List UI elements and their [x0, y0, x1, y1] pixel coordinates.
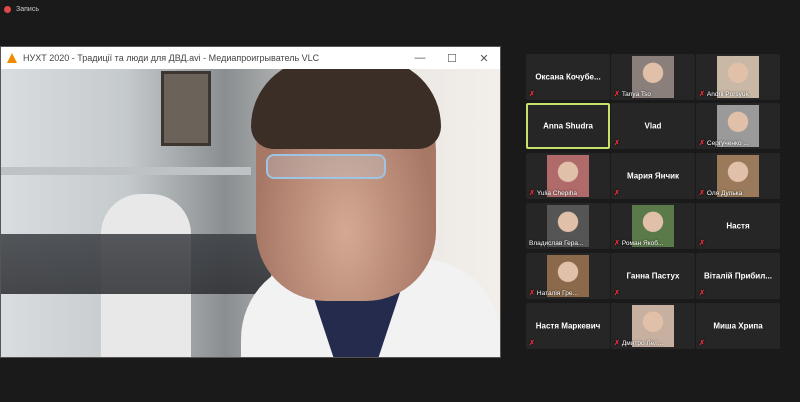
muted-mic-icon: ✗ — [614, 190, 620, 197]
participant-name: Оксана Кочубе... — [535, 72, 601, 82]
participant-name: Оля Дулька — [706, 189, 743, 197]
participant-name: Настя — [726, 221, 750, 231]
participant-name: Мария Янчик — [626, 171, 680, 181]
participant-label: ✗ Yulia Chepiha — [529, 189, 577, 198]
participant-label: ✗ Andrii Porsyuk — [699, 90, 749, 99]
hair — [251, 69, 441, 149]
participant-tile[interactable]: ✗ Дмитро Лел... — [611, 303, 695, 349]
vlc-titlebar[interactable]: НУХТ 2020 - Традиції та люди для ДВД.avi… — [1, 47, 500, 69]
participant-name: Ганна Пастух — [626, 271, 680, 281]
muted-mic-icon: ✗ — [614, 240, 620, 247]
participant-tile[interactable]: Настя Маркевич ✗ — [526, 303, 610, 349]
participant-name: Yulia Chepiha — [536, 189, 577, 197]
participant-name: Сергученко ... — [706, 139, 749, 147]
muted-mic-icon: ✗ — [614, 340, 620, 347]
close-button[interactable]: ✕ — [468, 52, 500, 65]
participant-tile[interactable]: Оксана Кочубе... ✗ — [526, 54, 610, 100]
participant-label: ✗ — [614, 189, 620, 197]
participant-tile[interactable]: ✗ Наталія Гре... — [526, 253, 610, 299]
wall-picture — [161, 71, 211, 146]
participant-label: ✗ — [529, 339, 535, 347]
participant-label: ✗ — [699, 239, 705, 247]
video-frame[interactable] — [1, 69, 500, 357]
safety-goggles — [266, 154, 386, 179]
participant-tile[interactable]: ✗ Сергученко ... — [696, 103, 780, 149]
participant-tile[interactable]: Настя ✗ — [696, 203, 780, 249]
participant-tile[interactable]: Vlad ✗ — [611, 103, 695, 149]
participant-label: ✗ Наталія Гре... — [529, 289, 578, 298]
maximize-button[interactable]: ☐ — [436, 52, 468, 65]
participant-tile[interactable]: Мария Янчик ✗ — [611, 153, 695, 199]
muted-mic-icon: ✗ — [529, 91, 535, 98]
muted-mic-icon: ✗ — [699, 340, 705, 347]
muted-mic-icon: ✗ — [699, 190, 705, 197]
participant-label: ✗ — [614, 289, 620, 297]
participant-tile[interactable]: Миша Хрипа ✗ — [696, 303, 780, 349]
participant-name: Anna Shudra — [543, 121, 593, 131]
participant-name: Миша Хрипа — [713, 321, 763, 331]
participant-label: ✗ — [699, 289, 705, 297]
participant-tile[interactable]: Владислав Гера... — [526, 203, 610, 249]
participant-name: Владислав Гера... — [529, 240, 584, 247]
minimize-button[interactable]: — — [404, 52, 436, 65]
recording-indicator: Запись — [4, 6, 39, 13]
muted-mic-icon: ✗ — [529, 190, 535, 197]
participant-name: Роман Якоб... — [621, 239, 664, 247]
muted-mic-icon: ✗ — [614, 140, 620, 147]
participant-name: Настя Маркевич — [535, 321, 601, 331]
muted-mic-icon: ✗ — [699, 290, 705, 297]
participant-tile[interactable]: Віталій Прибил... ✗ — [696, 253, 780, 299]
participant-tile[interactable]: Ганна Пастух ✗ — [611, 253, 695, 299]
participant-label: ✗ Сергученко ... — [699, 139, 749, 148]
participant-name: Дмитро Лел... — [621, 339, 664, 347]
participant-label: Владислав Гера... — [529, 240, 583, 247]
participant-tile[interactable]: ✗ Tanya Tso — [611, 54, 695, 100]
participant-tile[interactable]: ✗ Роман Якоб... — [611, 203, 695, 249]
participant-label: ✗ — [699, 339, 705, 347]
muted-mic-icon: ✗ — [699, 140, 705, 147]
participant-tile[interactable]: Anna Shudra — [526, 103, 610, 149]
muted-mic-icon: ✗ — [699, 91, 705, 98]
participant-label: ✗ — [529, 90, 535, 98]
participant-name: Tanya Tso — [621, 90, 652, 98]
participant-name: Віталій Прибил... — [704, 271, 772, 281]
participant-name: Наталія Гре... — [536, 289, 578, 297]
muted-mic-icon: ✗ — [529, 290, 535, 297]
muted-mic-icon: ✗ — [529, 340, 535, 347]
participant-tile[interactable]: ✗ Оля Дулька — [696, 153, 780, 199]
lab-pipes — [1, 234, 271, 294]
participant-label: ✗ Tanya Tso — [614, 90, 652, 99]
participant-name: Andrii Porsyuk — [706, 90, 749, 98]
muted-mic-icon: ✗ — [699, 240, 705, 247]
participant-label: ✗ Роман Якоб... — [614, 239, 664, 248]
participant-tile[interactable]: ✗ Yulia Chepiha — [526, 153, 610, 199]
participant-label: ✗ Оля Дулька — [699, 189, 743, 198]
vlc-title: НУХТ 2020 - Традиції та люди для ДВД.avi… — [23, 53, 320, 63]
participant-name: Vlad — [644, 121, 662, 131]
record-icon — [4, 6, 11, 13]
participant-tile[interactable]: ✗ Andrii Porsyuk — [696, 54, 780, 100]
recording-label: Запись — [16, 6, 39, 13]
vlc-window[interactable]: НУХТ 2020 - Традиції та люди для ДВД.avi… — [0, 46, 501, 358]
participant-label: ✗ — [614, 139, 620, 147]
muted-mic-icon: ✗ — [614, 91, 620, 98]
muted-mic-icon: ✗ — [614, 290, 620, 297]
lab-shelf — [1, 167, 251, 175]
participant-label: ✗ Дмитро Лел... — [614, 339, 664, 348]
vlc-cone-icon — [7, 53, 17, 63]
